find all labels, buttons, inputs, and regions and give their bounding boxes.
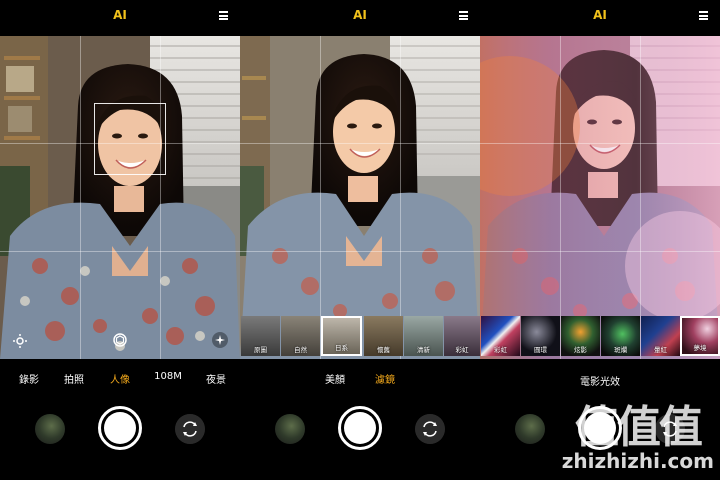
top-bar: AI xyxy=(480,0,720,36)
mode-night[interactable]: 夜景 xyxy=(206,371,226,386)
switch-camera-icon[interactable] xyxy=(655,414,685,444)
filter-label: 清新 xyxy=(417,346,430,354)
effect-label: 圓環 xyxy=(534,346,547,354)
filter-label: 彩虹 xyxy=(455,346,469,354)
tab-filter[interactable]: 濾鏡 xyxy=(375,371,395,386)
mode-video[interactable]: 錄影 xyxy=(19,371,39,386)
grid-line xyxy=(480,251,720,252)
effect-item[interactable]: 炫影 xyxy=(561,316,600,356)
camera-preview-image xyxy=(240,36,480,359)
grid-line xyxy=(400,36,401,359)
settings-icon[interactable] xyxy=(12,333,28,349)
top-bar: AI xyxy=(0,0,240,36)
filter-label: 自然 xyxy=(294,346,307,354)
face-detection-box xyxy=(94,103,166,175)
filter-label: 原圖 xyxy=(254,346,267,354)
effect-item-selected[interactable]: 夢境 xyxy=(680,316,720,356)
filter-item[interactable]: 清新 xyxy=(404,316,443,356)
viewfinder[interactable] xyxy=(240,36,480,359)
filter-panel: AI 原圖 自然 日系 懷舊 清新 彩虹 美顏 濾鏡 xyxy=(240,0,480,480)
grid-line xyxy=(320,36,321,359)
filter-tab-bar: 美顏 濾鏡 xyxy=(240,360,480,396)
aperture-icon[interactable] xyxy=(112,332,128,348)
camera-mode-bar: 錄影 拍照 人像 108M 夜景 xyxy=(0,360,240,396)
effect-item[interactable]: 圓環 xyxy=(521,316,560,356)
shutter-button[interactable] xyxy=(338,406,382,450)
grid-line xyxy=(480,143,720,144)
effect-item[interactable]: 彩虹 xyxy=(481,316,520,356)
tab-beauty[interactable]: 美顏 xyxy=(325,371,345,386)
mode-portrait[interactable]: 人像 xyxy=(110,371,130,386)
effect-item[interactable]: 斑斕 xyxy=(601,316,640,356)
effect-item[interactable]: 暈紅 xyxy=(641,316,680,356)
light-effect-strip: 彩虹 圓環 炫影 斑斕 暈紅 夢境 xyxy=(480,316,720,356)
effect-label: 炫影 xyxy=(574,346,587,354)
watermark-url: zhizhizhi.com xyxy=(561,449,714,473)
camera-preview-image xyxy=(480,36,720,359)
camera-preview-image xyxy=(0,36,240,359)
grid-line xyxy=(160,36,161,359)
menu-icon[interactable] xyxy=(459,11,468,20)
gallery-thumbnail[interactable] xyxy=(275,414,305,444)
grid-line xyxy=(640,36,641,359)
grid-line xyxy=(240,143,480,144)
mode-photo[interactable]: 拍照 xyxy=(64,371,84,386)
effect-caption: 電影光效 xyxy=(580,377,620,388)
switch-camera-icon[interactable] xyxy=(175,414,205,444)
ai-toggle[interactable]: AI xyxy=(0,8,240,22)
filter-item[interactable]: 原圖 xyxy=(241,316,280,356)
viewfinder[interactable] xyxy=(0,36,240,359)
effect-label: 夢境 xyxy=(693,344,707,352)
menu-icon[interactable] xyxy=(699,11,708,20)
effect-label: 彩虹 xyxy=(494,346,507,354)
grid-line xyxy=(240,251,480,252)
grid-line xyxy=(80,36,81,359)
cinematic-light-panel: AI 彩虹 圓環 炫影 斑斕 暈紅 夢境 電影光效 值值值 zhizhizhi.… xyxy=(480,0,720,480)
filter-strip: 原圖 自然 日系 懷舊 清新 彩虹 xyxy=(240,316,480,356)
gallery-thumbnail[interactable] xyxy=(515,414,545,444)
ai-toggle[interactable]: AI xyxy=(240,8,480,22)
grid-line xyxy=(560,36,561,359)
filter-item-selected[interactable]: 日系 xyxy=(321,316,362,356)
filter-item[interactable]: 自然 xyxy=(281,316,320,356)
grid-line xyxy=(0,251,240,252)
top-bar: AI xyxy=(240,0,480,36)
shutter-button[interactable] xyxy=(578,406,622,450)
portrait-mode-panel: AI 錄影 拍照 人像 108M 夜景 xyxy=(0,0,240,480)
shutter-button[interactable] xyxy=(98,406,142,450)
filter-label: 懷舊 xyxy=(377,346,390,354)
switch-camera-icon[interactable] xyxy=(415,414,445,444)
mode-108m[interactable]: 108M xyxy=(154,371,182,382)
ai-sparkle-icon[interactable] xyxy=(212,332,228,348)
filter-label: 日系 xyxy=(335,344,348,352)
filter-item[interactable]: 懷舊 xyxy=(364,316,403,356)
effect-label: 斑斕 xyxy=(614,346,627,354)
effect-label: 暈紅 xyxy=(654,346,667,354)
gallery-thumbnail[interactable] xyxy=(35,414,65,444)
menu-icon[interactable] xyxy=(219,11,228,20)
ai-toggle[interactable]: AI xyxy=(480,8,720,22)
filter-item[interactable]: 彩虹 xyxy=(444,316,480,356)
viewfinder[interactable] xyxy=(480,36,720,359)
